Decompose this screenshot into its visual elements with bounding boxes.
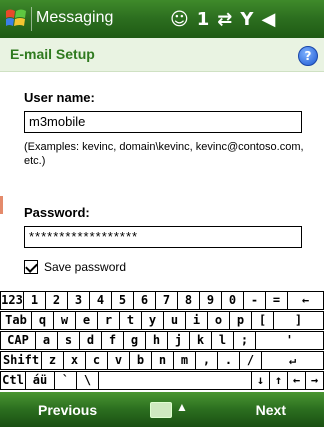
key-z[interactable]: z: [41, 351, 64, 370]
keyboard-row-5: Ctl áü ` \ ↓ ↑ ← →: [0, 371, 324, 391]
key-tab[interactable]: Tab: [0, 311, 32, 330]
key-q[interactable]: q: [31, 311, 54, 330]
key-backtick[interactable]: `: [54, 371, 77, 390]
password-label: Password:: [24, 205, 90, 220]
softkey-bar: Previous ▲ Next: [0, 392, 324, 427]
page-header: E-mail Setup ?: [0, 38, 324, 72]
app-title: Messaging: [36, 9, 114, 26]
key-8[interactable]: 8: [177, 291, 200, 310]
key-k[interactable]: k: [189, 331, 212, 350]
key-7[interactable]: 7: [155, 291, 178, 310]
key-x[interactable]: x: [63, 351, 86, 370]
key-4[interactable]: 4: [89, 291, 112, 310]
key-right-bracket[interactable]: ]: [273, 311, 324, 330]
key-ctl[interactable]: Ctl: [0, 371, 26, 390]
key-t[interactable]: t: [119, 311, 142, 330]
key-b[interactable]: b: [129, 351, 152, 370]
key-s[interactable]: s: [57, 331, 80, 350]
key-p[interactable]: p: [229, 311, 252, 330]
key-u[interactable]: u: [163, 311, 186, 330]
key-o[interactable]: o: [207, 311, 230, 330]
key-3[interactable]: 3: [67, 291, 90, 310]
key-quote[interactable]: ': [255, 331, 324, 350]
one-icon[interactable]: 1: [197, 9, 210, 30]
key-slash[interactable]: /: [239, 351, 262, 370]
key-comma[interactable]: ,: [195, 351, 218, 370]
help-icon[interactable]: ?: [298, 46, 318, 66]
next-button[interactable]: Next: [256, 402, 286, 418]
keyboard-row-4: Shift z x c v b n m , . / ↵: [0, 351, 324, 371]
chevron-up-icon[interactable]: ▲: [176, 400, 188, 414]
keyboard-row-3: CAP a s d f g h j k l ; ': [0, 331, 324, 351]
windows-start-icon[interactable]: [3, 5, 31, 33]
key-j[interactable]: j: [167, 331, 190, 350]
title-bar: Messaging ☺ 1 ⇄ Y ◀: [0, 0, 324, 38]
key-up[interactable]: ↑: [269, 371, 288, 390]
previous-button[interactable]: Previous: [38, 402, 97, 418]
key-123[interactable]: 123: [0, 291, 24, 310]
key-w[interactable]: w: [53, 311, 76, 330]
key-space[interactable]: [98, 371, 252, 390]
key-i[interactable]: i: [185, 311, 208, 330]
key-m[interactable]: m: [173, 351, 196, 370]
key-period[interactable]: .: [217, 351, 240, 370]
key-backspace[interactable]: ←: [287, 291, 324, 310]
left-accent-mark: [0, 196, 3, 214]
connectivity-icon[interactable]: ⇄: [217, 9, 232, 30]
key-g[interactable]: g: [123, 331, 146, 350]
key-enter[interactable]: ↵: [261, 351, 324, 370]
username-field[interactable]: m3mobile: [24, 111, 302, 133]
page-title: E-mail Setup: [10, 46, 95, 62]
key-r[interactable]: r: [97, 311, 120, 330]
username-hint: (Examples: kevinc, domain\kevinc, kevinc…: [24, 141, 304, 167]
key-left[interactable]: ←: [287, 371, 306, 390]
key-9[interactable]: 9: [199, 291, 222, 310]
key-h[interactable]: h: [145, 331, 168, 350]
key-n[interactable]: n: [151, 351, 174, 370]
save-password-label[interactable]: Save password: [44, 260, 126, 274]
password-field[interactable]: ******************: [24, 226, 302, 248]
key-f[interactable]: f: [101, 331, 124, 350]
key-caps[interactable]: CAP: [0, 331, 36, 350]
key-equals[interactable]: =: [265, 291, 288, 310]
keyboard-icon[interactable]: [150, 402, 172, 418]
keyboard-row-2: Tab q w e r t y u i o p [ ]: [0, 311, 324, 331]
save-password-checkbox[interactable]: [24, 260, 38, 274]
notification-icon[interactable]: ☺: [170, 9, 189, 30]
save-password-row[interactable]: Save password: [24, 258, 126, 276]
key-y[interactable]: y: [141, 311, 164, 330]
key-minus[interactable]: -: [243, 291, 266, 310]
soft-keyboard: 123 1 2 3 4 5 6 7 8 9 0 - = ← Tab q w e …: [0, 289, 324, 392]
key-c[interactable]: c: [85, 351, 108, 370]
title-separator: [31, 7, 32, 31]
key-l[interactable]: l: [211, 331, 234, 350]
key-v[interactable]: v: [107, 351, 130, 370]
key-0[interactable]: 0: [221, 291, 244, 310]
key-left-bracket[interactable]: [: [251, 311, 274, 330]
key-down[interactable]: ↓: [251, 371, 270, 390]
status-icons[interactable]: ☺ 1 ⇄ Y ◀: [170, 5, 275, 33]
key-d[interactable]: d: [79, 331, 102, 350]
key-5[interactable]: 5: [111, 291, 134, 310]
username-label: User name:: [24, 90, 95, 105]
key-6[interactable]: 6: [133, 291, 156, 310]
key-accents[interactable]: áü: [25, 371, 55, 390]
key-backslash[interactable]: \: [76, 371, 99, 390]
key-2[interactable]: 2: [45, 291, 68, 310]
key-e[interactable]: e: [75, 311, 98, 330]
signal-icon[interactable]: Y: [240, 9, 253, 30]
key-1[interactable]: 1: [23, 291, 46, 310]
keyboard-row-1: 123 1 2 3 4 5 6 7 8 9 0 - = ←: [0, 291, 324, 311]
key-right[interactable]: →: [305, 371, 324, 390]
key-a[interactable]: a: [35, 331, 58, 350]
volume-icon[interactable]: ◀: [261, 9, 275, 30]
key-shift[interactable]: Shift: [0, 351, 42, 370]
key-semicolon[interactable]: ;: [233, 331, 256, 350]
